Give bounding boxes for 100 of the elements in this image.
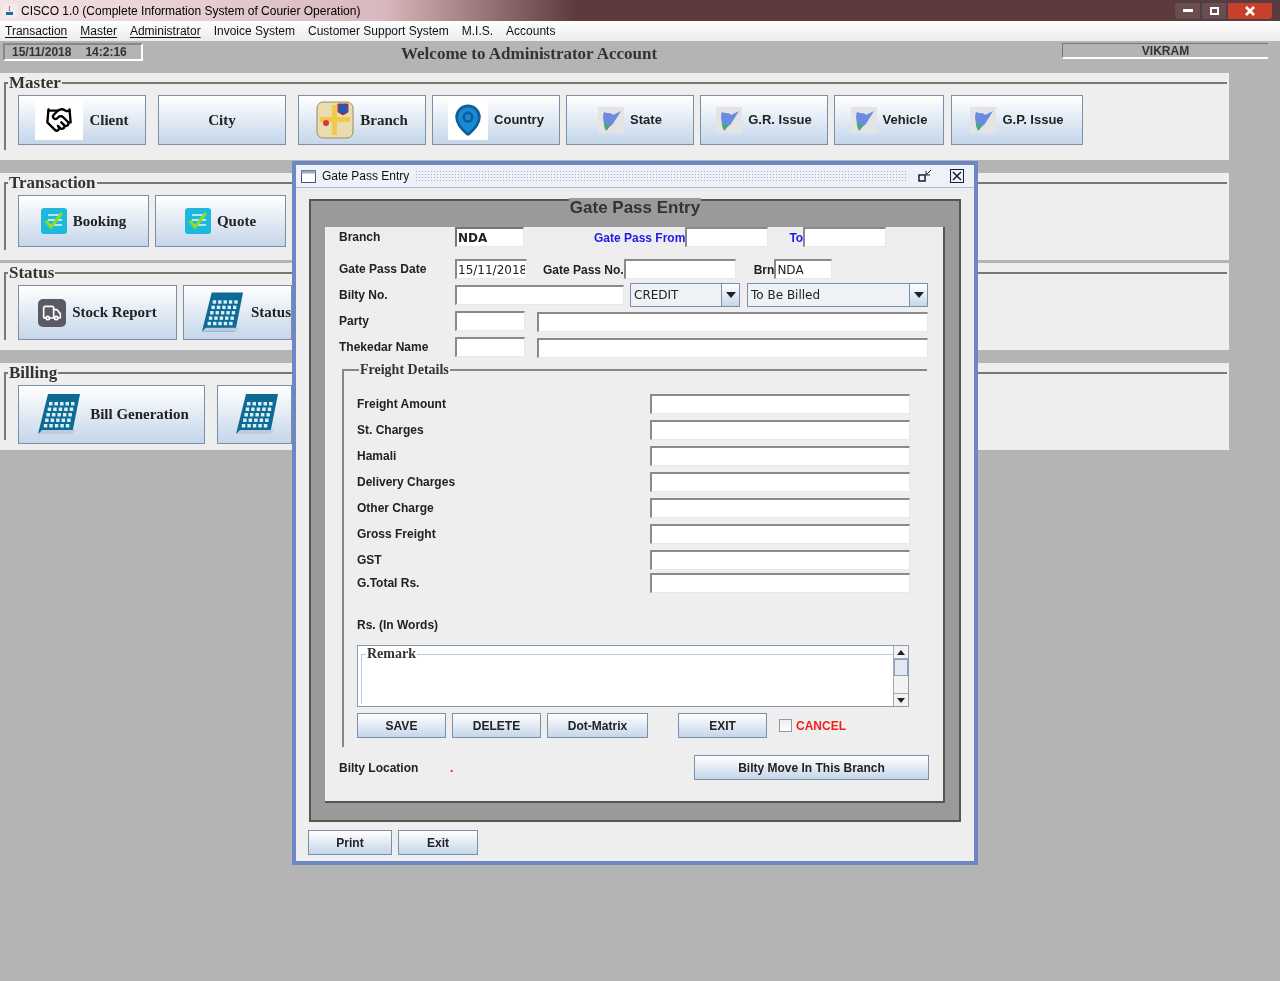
text-field[interactable]	[650, 394, 910, 414]
handshake-icon	[35, 100, 84, 140]
footer-button[interactable]: Print	[308, 830, 392, 855]
module-button[interactable]: Quote	[155, 195, 286, 247]
minimize-button[interactable]	[1174, 1, 1201, 20]
text-field[interactable]	[650, 573, 910, 593]
section-title: Master	[8, 74, 62, 92]
module-button[interactable]: City	[158, 95, 286, 145]
group-title: Freight Details	[359, 362, 450, 378]
region-map-icon	[716, 107, 743, 133]
field-label: Rs. (In Words)	[357, 618, 439, 632]
remark-label: Remark	[366, 646, 417, 662]
window-icon	[301, 169, 316, 183]
section-title: Billing	[8, 364, 59, 382]
text-field[interactable]	[455, 311, 525, 331]
field-label: Bilty No.	[339, 287, 389, 304]
field-label: Thekedar Name	[339, 339, 430, 356]
text-field[interactable]	[650, 498, 910, 518]
text-field[interactable]	[455, 337, 525, 357]
text-field[interactable]	[685, 227, 769, 247]
bilty-move-button[interactable]: Bilty Move In This Branch	[694, 755, 929, 780]
text-field[interactable]	[455, 285, 624, 305]
dropdown[interactable]: CREDIT	[630, 283, 740, 307]
window-title: CISCO 1.0 (Complete Information System of Courier Operation)	[21, 2, 361, 20]
footer-button[interactable]: Exit	[398, 830, 478, 855]
section-title: Transaction	[8, 174, 97, 192]
form-button[interactable]: DELETE	[452, 713, 541, 738]
close-icon	[1245, 5, 1255, 16]
field-label: Bilty Location	[339, 759, 420, 777]
welcome-heading: Welcome to Administrator Account	[401, 43, 658, 65]
internal-window-title: Gate Pass Entry	[322, 168, 410, 185]
menu-item[interactable]: Invoice System	[213, 22, 295, 40]
branch-field[interactable]: NDA	[455, 227, 524, 247]
checkbox[interactable]	[779, 719, 792, 732]
checklist-icon	[184, 208, 211, 234]
module-button[interactable]	[217, 385, 292, 444]
field-label: To	[789, 231, 804, 245]
dropdown-caret-icon	[721, 284, 739, 306]
bilty-location-value: .	[450, 759, 454, 777]
module-button[interactable]: Country	[432, 95, 560, 145]
field-label: GST	[357, 552, 383, 569]
form-button[interactable]: EXIT	[678, 713, 767, 738]
scrollbar[interactable]	[893, 646, 908, 706]
map-icon	[316, 101, 355, 139]
module-button[interactable]: G.P. Issue	[951, 95, 1083, 145]
field-label: Gate Pass Date	[339, 261, 428, 278]
text-field[interactable]	[650, 472, 910, 492]
module-button[interactable]: Booking	[18, 195, 149, 247]
text-field[interactable]	[650, 420, 910, 440]
text-field[interactable]	[650, 524, 910, 544]
text-field[interactable]	[537, 311, 928, 332]
dropdown-caret-icon	[909, 284, 927, 306]
module-button[interactable]: G.R. Issue	[700, 95, 828, 145]
scroll-up-arrow-icon[interactable]	[897, 649, 905, 655]
remark-area[interactable]: Remark	[357, 645, 909, 707]
text-field[interactable]: NDA	[774, 259, 833, 279]
module-button[interactable]: Status	[183, 285, 292, 340]
module-button[interactable]: Stock Report	[18, 285, 177, 340]
menu-item[interactable]: M.I.S.	[461, 22, 494, 40]
close-button[interactable]	[1227, 1, 1273, 20]
menu-item[interactable]: Transaction	[5, 22, 68, 40]
location-pin-icon	[448, 100, 489, 140]
date-time-display: 15/11/2018 14:2:16	[3, 43, 143, 61]
module-button[interactable]: State	[566, 95, 694, 145]
close-icon[interactable]	[950, 169, 964, 183]
field-label: Other Charge	[357, 500, 435, 517]
module-button[interactable]: Client	[18, 95, 146, 145]
restore-icon[interactable]	[918, 169, 932, 183]
form-button[interactable]: Dot-Matrix	[547, 713, 648, 738]
field-label: G.Total Rs.	[357, 575, 421, 592]
menu-item[interactable]: Accounts	[506, 22, 556, 40]
module-button[interactable]: Vehicle	[834, 95, 944, 145]
field-label: Brn	[753, 263, 775, 277]
module-button[interactable]: Branch	[298, 95, 426, 145]
text-field[interactable]	[803, 227, 887, 247]
module-button[interactable]: Bill Generation	[18, 385, 205, 444]
region-map-icon	[970, 107, 997, 133]
field-label: Gross Freight	[357, 526, 437, 543]
scroll-down-arrow-icon[interactable]	[897, 697, 905, 703]
text-field[interactable]	[537, 337, 928, 358]
user-name-display: VIKRAM	[1062, 43, 1268, 59]
cancel-label: CANCEL	[796, 717, 846, 735]
panel-heading: Gate Pass Entry	[568, 198, 702, 218]
field-label: Gate Pass No.	[543, 263, 624, 277]
text-field[interactable]	[650, 550, 910, 570]
field-label: Hamali	[357, 448, 398, 465]
checklist-icon	[40, 208, 67, 234]
text-field[interactable]	[623, 259, 736, 279]
section-title: Status	[8, 264, 56, 282]
field-label: St. Charges	[357, 422, 425, 439]
menu-item[interactable]: Master	[80, 22, 117, 40]
dropdown[interactable]: To Be Billed	[747, 283, 928, 307]
field-label: Gate Pass From	[594, 231, 686, 245]
menu-item[interactable]: Administrator	[129, 22, 201, 40]
maximize-button[interactable]	[1201, 1, 1227, 20]
menu-item[interactable]: Customer Support System	[308, 22, 449, 40]
form-button[interactable]: SAVE	[357, 713, 446, 738]
text-field[interactable]	[650, 446, 910, 466]
field-label: Delivery Charges	[357, 474, 457, 491]
field-label: Party	[339, 313, 371, 330]
